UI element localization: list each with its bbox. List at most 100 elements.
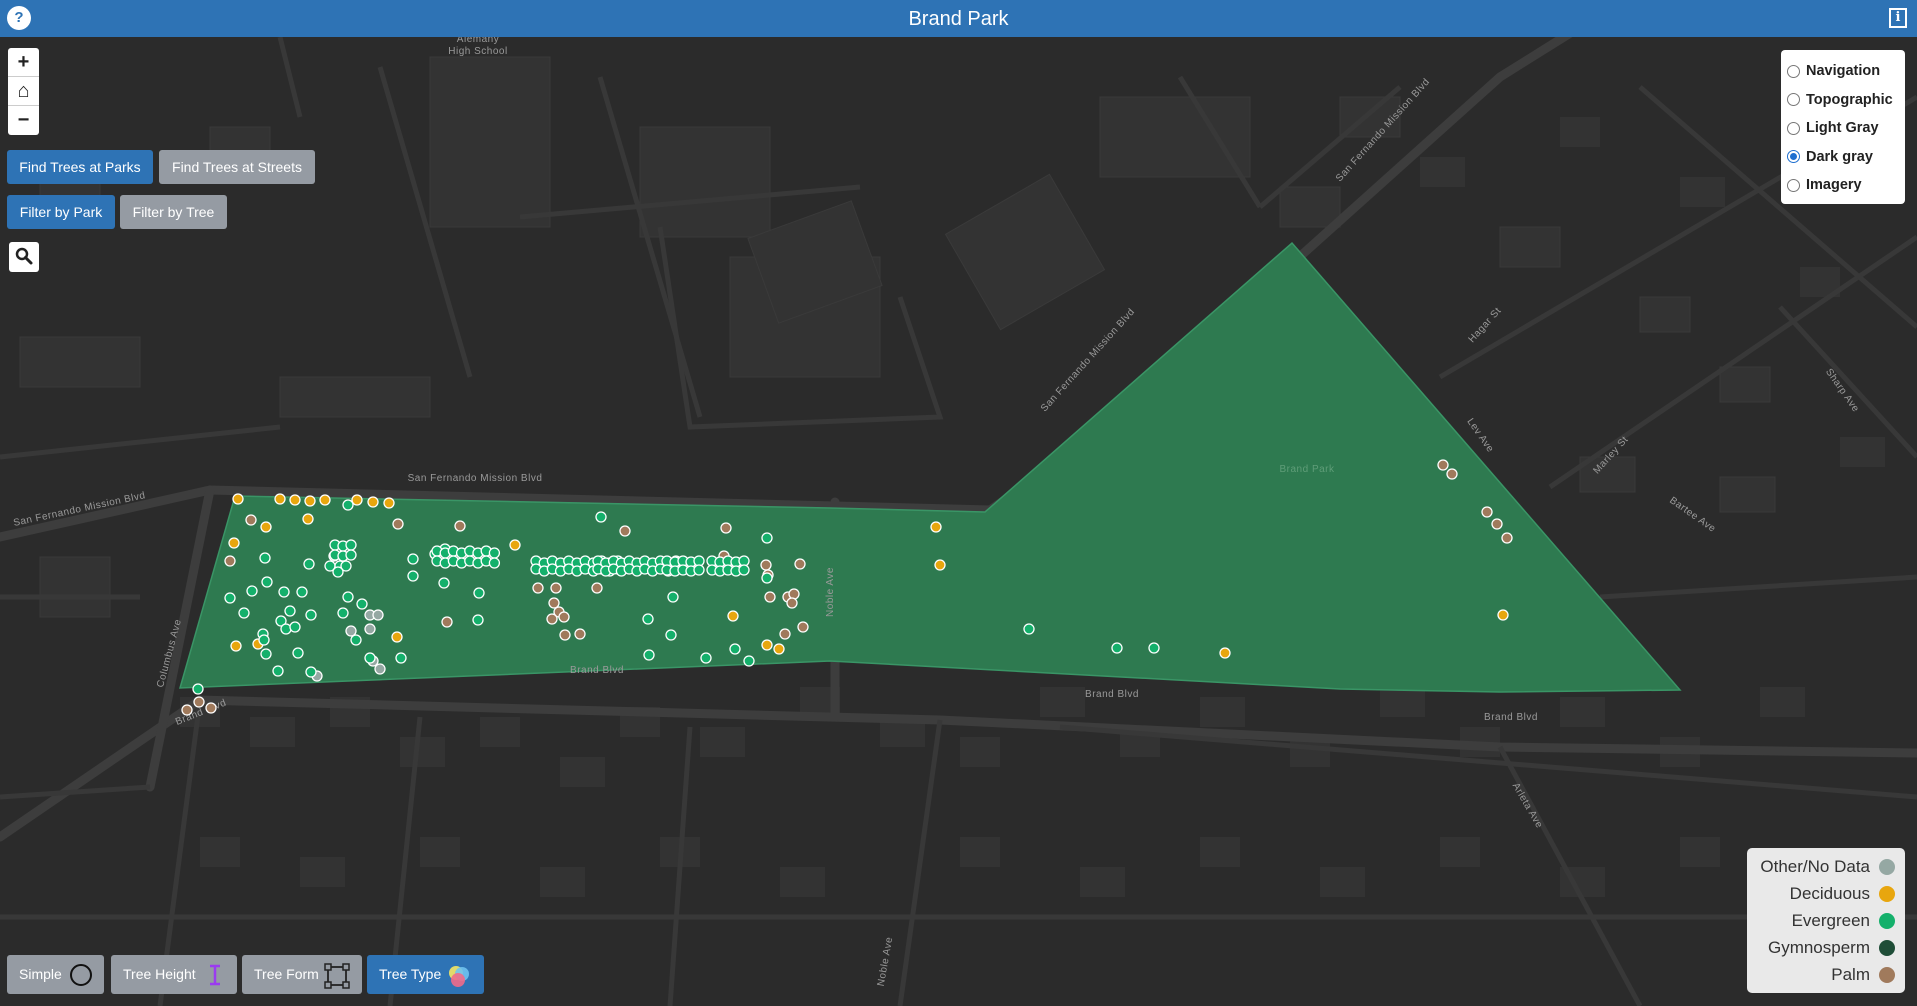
tree-point[interactable] (797, 621, 809, 633)
tree-point[interactable] (302, 513, 314, 525)
tree-point[interactable] (727, 610, 739, 622)
tree-point[interactable] (356, 598, 368, 610)
tree-point[interactable] (488, 557, 501, 569)
tree-point[interactable] (1111, 642, 1123, 654)
tree-point[interactable] (558, 611, 570, 623)
tree-point[interactable] (643, 649, 655, 661)
tree-point[interactable] (1501, 532, 1513, 544)
basemap-option-dark-gray[interactable]: Dark gray (1787, 143, 1899, 172)
view-simple-button[interactable]: Simple (7, 955, 104, 994)
tree-point[interactable] (345, 549, 357, 561)
tree-point[interactable] (930, 521, 942, 533)
tree-point[interactable] (272, 665, 284, 677)
radio-button-selected[interactable] (1787, 150, 1800, 164)
tree-point[interactable] (305, 666, 317, 678)
tree-point[interactable] (548, 597, 560, 609)
tree-point[interactable] (345, 625, 357, 637)
tree-point[interactable] (761, 572, 773, 584)
tree-point[interactable] (1148, 642, 1160, 654)
tree-point[interactable] (472, 614, 484, 626)
tree-point[interactable] (407, 553, 419, 565)
basemap-option-topographic[interactable]: Topographic (1787, 86, 1899, 115)
tree-point[interactable] (665, 629, 677, 641)
tree-point[interactable] (260, 521, 272, 533)
tree-point[interactable] (1497, 609, 1509, 621)
find-trees-streets-button[interactable]: Find Trees at Streets (159, 150, 315, 184)
tree-point[interactable] (228, 537, 240, 549)
tree-point[interactable] (374, 663, 386, 675)
tree-point[interactable] (284, 605, 296, 617)
tree-point[interactable] (304, 495, 316, 507)
tree-point[interactable] (392, 518, 404, 530)
tree-point[interactable] (350, 634, 362, 646)
tree-point[interactable] (488, 547, 501, 559)
tree-point[interactable] (224, 555, 236, 567)
tree-point[interactable] (738, 564, 750, 576)
basemap-option-light-gray[interactable]: Light Gray (1787, 114, 1899, 143)
tree-point[interactable] (230, 640, 242, 652)
basemap-option-imagery[interactable]: Imagery (1787, 171, 1899, 200)
tree-point[interactable] (289, 621, 301, 633)
tree-point[interactable] (786, 597, 798, 609)
tree-point[interactable] (546, 613, 558, 625)
tree-point[interactable] (779, 628, 791, 640)
tree-point[interactable] (319, 494, 331, 506)
tree-point[interactable] (1481, 506, 1493, 518)
tree-point[interactable] (261, 576, 273, 588)
tree-point[interactable] (693, 564, 705, 576)
tree-point[interactable] (342, 591, 354, 603)
tree-point[interactable] (192, 683, 204, 695)
basemap-option-navigation[interactable]: Navigation (1787, 57, 1899, 86)
zoom-in-button[interactable]: + (8, 48, 39, 77)
zoom-out-button[interactable]: − (8, 106, 39, 135)
tree-point[interactable] (259, 552, 271, 564)
filter-by-tree-button[interactable]: Filter by Tree (120, 195, 227, 229)
tree-point[interactable] (364, 623, 376, 635)
tree-point[interactable] (289, 494, 301, 506)
tree-point[interactable] (550, 582, 562, 594)
tree-point[interactable] (509, 539, 521, 551)
radio-button[interactable] (1787, 121, 1800, 135)
tree-point[interactable] (205, 702, 217, 714)
tree-point[interactable] (367, 496, 379, 508)
radio-button[interactable] (1787, 178, 1800, 192)
tree-point[interactable] (700, 652, 712, 664)
tree-point[interactable] (395, 652, 407, 664)
tree-point[interactable] (292, 647, 304, 659)
tree-point[interactable] (193, 696, 205, 708)
tree-point[interactable] (760, 559, 772, 571)
tree-point[interactable] (773, 643, 785, 655)
tree-point[interactable] (391, 631, 403, 643)
tree-point[interactable] (595, 511, 607, 523)
tree-point[interactable] (337, 607, 349, 619)
tree-point[interactable] (258, 634, 270, 646)
tree-point[interactable] (473, 587, 485, 599)
tree-point[interactable] (667, 591, 679, 603)
tree-point[interactable] (619, 525, 631, 537)
home-icon[interactable]: ⌂ (8, 77, 39, 106)
tree-point[interactable] (454, 520, 466, 532)
tree-point[interactable] (303, 558, 315, 570)
tree-point[interactable] (238, 607, 250, 619)
tree-point[interactable] (794, 558, 806, 570)
tree-point[interactable] (351, 494, 363, 506)
radio-button[interactable] (1787, 93, 1800, 107)
tree-point[interactable] (383, 497, 395, 509)
view-tree-form-button[interactable]: Tree Form (242, 955, 362, 994)
tree-point[interactable] (305, 609, 317, 621)
tree-point[interactable] (372, 609, 384, 621)
tree-point[interactable] (232, 493, 244, 505)
tree-point[interactable] (296, 586, 308, 598)
search-button[interactable] (9, 242, 39, 272)
tree-point[interactable] (720, 522, 732, 534)
tree-point[interactable] (181, 704, 193, 716)
tree-point[interactable] (278, 586, 290, 598)
tree-point[interactable] (761, 639, 773, 651)
tree-point[interactable] (280, 623, 292, 635)
tree-point[interactable] (274, 493, 286, 505)
tree-point[interactable] (764, 591, 776, 603)
tree-point[interactable] (246, 585, 258, 597)
filter-by-park-button[interactable]: Filter by Park (7, 195, 115, 229)
tree-point[interactable] (729, 643, 741, 655)
tree-point[interactable] (1446, 468, 1458, 480)
